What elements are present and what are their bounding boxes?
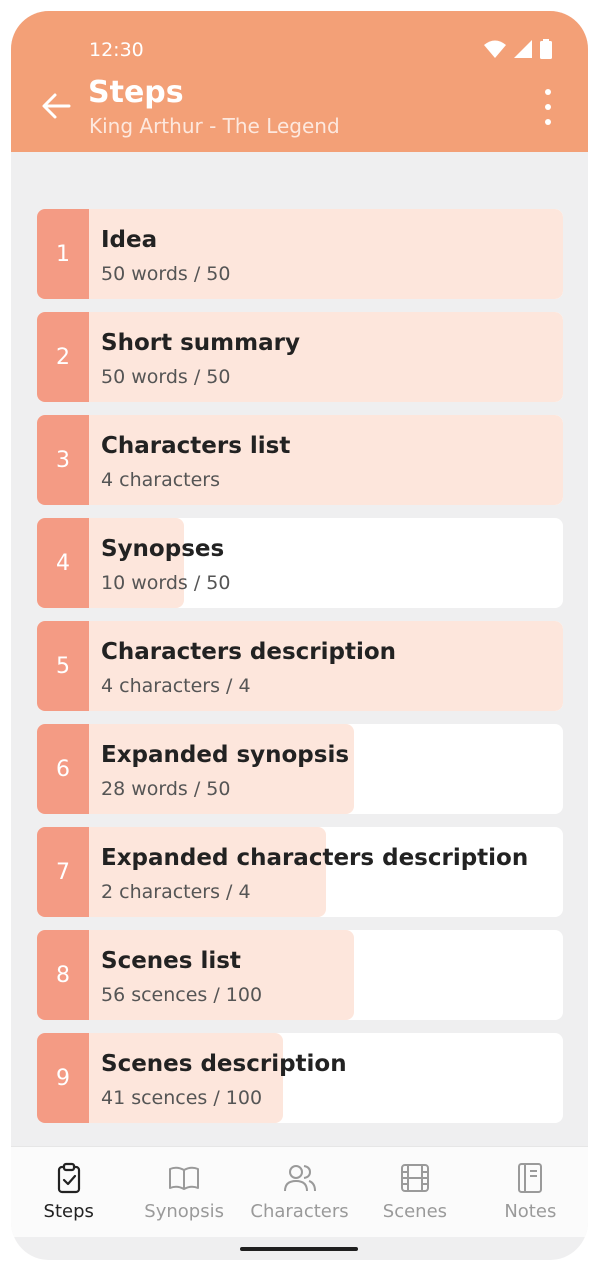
steps-list: 1 Idea 50 words / 50 2 Short summary 50 words… xyxy=(37,209,563,1136)
step-subtitle: 4 characters xyxy=(101,469,221,491)
step-title: Characters list xyxy=(101,433,291,459)
step-card[interactable]: 4 Synopses 10 words / 50 xyxy=(37,518,563,608)
status-time: 12:30 xyxy=(89,39,144,61)
step-progress-bar xyxy=(89,827,326,917)
step-card[interactable]: 1 Idea 50 words / 50 xyxy=(37,209,563,299)
step-progress-bar xyxy=(89,209,563,299)
more-options-icon[interactable] xyxy=(538,89,558,125)
nav-item-notes[interactable]: Notes xyxy=(473,1147,588,1237)
step-card[interactable]: 6 Expanded synopsis 28 words / 50 xyxy=(37,724,563,814)
nav-label: Synopsis xyxy=(144,1201,224,1222)
home-indicator[interactable] xyxy=(240,1247,358,1251)
phone-screen: 12:30 Steps King Arthur - The Legend 1 Id… xyxy=(11,11,588,1260)
step-number: 6 xyxy=(37,724,89,814)
book-open-icon xyxy=(167,1161,201,1195)
step-number: 5 xyxy=(37,621,89,711)
status-icons xyxy=(484,39,552,59)
step-subtitle: 50 words / 50 xyxy=(101,366,231,388)
step-progress-bar xyxy=(89,518,184,608)
wifi-icon xyxy=(484,40,506,58)
users-icon xyxy=(283,1161,317,1195)
notebook-icon xyxy=(513,1161,547,1195)
step-subtitle: 4 characters / 4 xyxy=(101,675,251,697)
step-progress-bar xyxy=(89,621,563,711)
step-subtitle: 10 words / 50 xyxy=(101,572,231,594)
step-title: Expanded characters description xyxy=(101,845,529,871)
step-progress-bar xyxy=(89,1033,283,1123)
clipboard-check-icon xyxy=(52,1161,86,1195)
step-subtitle: 56 scences / 100 xyxy=(101,984,263,1006)
nav-item-synopsis[interactable]: Synopsis xyxy=(126,1147,241,1237)
step-subtitle: 41 scences / 100 xyxy=(101,1087,263,1109)
step-subtitle: 2 characters / 4 xyxy=(101,881,251,903)
step-title: Scenes list xyxy=(101,948,241,974)
step-number: 2 xyxy=(37,312,89,402)
step-subtitle: 28 words / 50 xyxy=(101,778,231,800)
step-card[interactable]: 2 Short summary 50 words / 50 xyxy=(37,312,563,402)
step-number: 9 xyxy=(37,1033,89,1123)
film-icon xyxy=(398,1161,432,1195)
nav-item-scenes[interactable]: Scenes xyxy=(357,1147,472,1237)
step-number: 7 xyxy=(37,827,89,917)
bottom-navigation: Steps Synopsis Characters Scenes Notes xyxy=(11,1146,588,1237)
page-title: Steps xyxy=(88,75,184,110)
nav-item-characters[interactable]: Characters xyxy=(242,1147,357,1237)
step-title: Scenes description xyxy=(101,1051,347,1077)
nav-label: Steps xyxy=(43,1201,94,1222)
step-card[interactable]: 5 Characters description 4 characters / 4 xyxy=(37,621,563,711)
step-card[interactable]: 9 Scenes description 41 scences / 100 xyxy=(37,1033,563,1123)
step-subtitle: 50 words / 50 xyxy=(101,263,231,285)
step-title: Expanded synopsis xyxy=(101,742,350,768)
page-subtitle: King Arthur - The Legend xyxy=(89,114,340,138)
step-card[interactable]: 3 Characters list 4 characters xyxy=(37,415,563,505)
step-title: Synopses xyxy=(101,536,225,562)
step-progress-bar xyxy=(89,312,563,402)
step-progress-bar xyxy=(89,930,354,1020)
back-arrow-icon[interactable] xyxy=(39,89,73,123)
nav-label: Notes xyxy=(504,1201,557,1222)
step-card[interactable]: 8 Scenes list 56 scences / 100 xyxy=(37,930,563,1020)
nav-label: Scenes xyxy=(382,1201,448,1222)
step-title: Characters description xyxy=(101,639,397,665)
nav-item-steps[interactable]: Steps xyxy=(11,1147,126,1237)
battery-icon xyxy=(540,39,552,59)
step-card[interactable]: 7 Expanded characters description 2 charac… xyxy=(37,827,563,917)
step-number: 4 xyxy=(37,518,89,608)
step-title: Idea xyxy=(101,227,158,253)
step-number: 8 xyxy=(37,930,89,1020)
step-progress-bar xyxy=(89,415,563,505)
step-progress-bar xyxy=(89,724,354,814)
signal-icon xyxy=(514,40,532,58)
step-number: 1 xyxy=(37,209,89,299)
step-number: 3 xyxy=(37,415,89,505)
nav-label: Characters xyxy=(250,1201,349,1222)
step-title: Short summary xyxy=(101,330,300,356)
app-bar: 12:30 Steps King Arthur - The Legend xyxy=(11,11,588,152)
